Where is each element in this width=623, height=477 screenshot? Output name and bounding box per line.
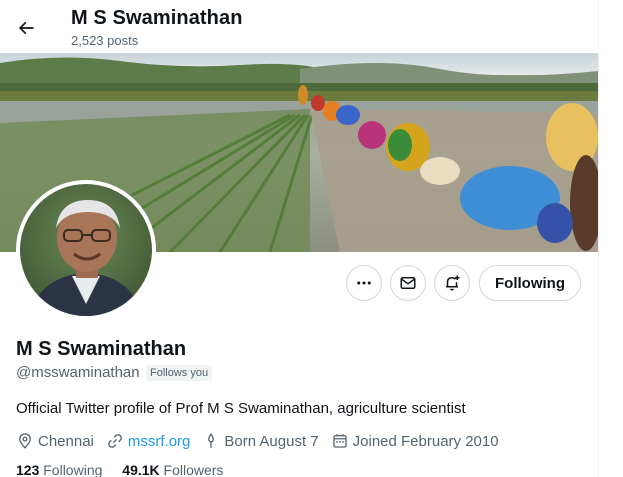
follows-you-badge: Follows you (146, 365, 213, 381)
profile-meta: Chennai mssrf.org Born August 7 Joined F… (16, 431, 511, 451)
location-text: Chennai (38, 432, 94, 450)
followers-stat[interactable]: 49.1K Followers (122, 462, 223, 477)
following-button[interactable]: Following (479, 265, 581, 301)
more-button[interactable] (346, 265, 382, 301)
back-button[interactable] (9, 11, 43, 45)
link-icon (108, 434, 122, 448)
profile-handle: @msswaminathan (16, 364, 140, 381)
birthday-text: Born August 7 (224, 432, 319, 450)
header-title: M S Swaminathan (71, 7, 243, 29)
meta-website[interactable]: mssrf.org (106, 432, 191, 450)
profile-bio: Official Twitter profile of Prof M S Swa… (16, 400, 466, 417)
location-icon (19, 433, 31, 449)
header-posts-count: 2,523 posts (71, 33, 139, 48)
meta-birthday: Born August 7 (202, 432, 319, 450)
message-button[interactable] (390, 265, 426, 301)
profile-header: M S Swaminathan 2,523 posts (0, 0, 598, 53)
column-divider (598, 0, 599, 477)
back-arrow-icon (18, 21, 34, 35)
following-count: 123 (16, 462, 40, 477)
following-stat[interactable]: 123 Following (16, 462, 102, 477)
profile-page: M S Swaminathan 2,523 posts Following M … (0, 0, 598, 477)
calendar-icon (332, 434, 347, 448)
message-icon (400, 277, 416, 289)
meta-location: Chennai (16, 432, 94, 450)
notification-add-icon (446, 275, 460, 291)
joined-text: Joined February 2010 (352, 432, 499, 450)
birthday-icon (208, 433, 215, 448)
notifications-button[interactable] (434, 265, 470, 301)
profile-avatar[interactable] (16, 180, 156, 320)
following-stat-label: Following (43, 462, 103, 477)
website-link[interactable]: mssrf.org (128, 433, 191, 450)
meta-joined: Joined February 2010 (331, 432, 499, 450)
profile-stats: 123 Following 49.1K Followers (16, 462, 239, 477)
more-icon (357, 281, 371, 285)
followers-count: 49.1K (122, 462, 160, 477)
profile-name: M S Swaminathan (16, 338, 187, 360)
followers-stat-label: Followers (163, 462, 224, 477)
